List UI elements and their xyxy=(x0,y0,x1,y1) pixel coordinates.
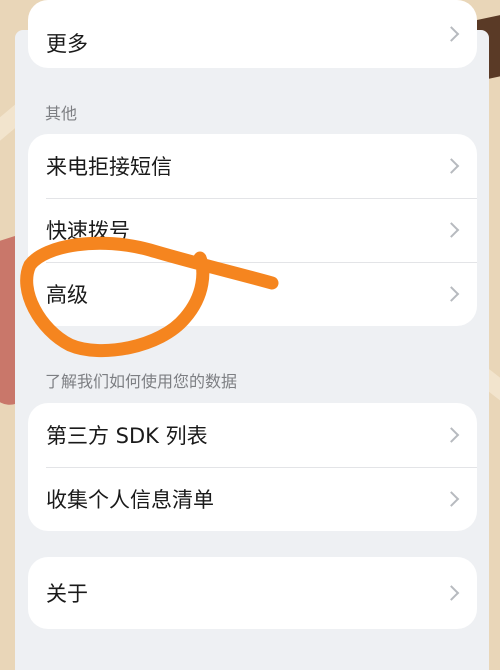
card-data: 第三方 SDK 列表 收集个人信息清单 xyxy=(28,403,477,531)
chevron-right-icon xyxy=(443,585,460,601)
settings-row-third-party-sdk[interactable]: 第三方 SDK 列表 xyxy=(28,403,477,467)
row-label: 快速拨号 xyxy=(46,219,130,243)
settings-row-speed-dial[interactable]: 快速拨号 xyxy=(28,198,477,262)
settings-row-advanced[interactable]: 高级 xyxy=(28,262,477,326)
chevron-right-icon xyxy=(443,286,460,302)
top-card: 更多 xyxy=(28,0,477,68)
chevron-right-icon xyxy=(443,491,460,507)
card-other: 来电拒接短信 快速拨号 高级 xyxy=(28,134,477,326)
settings-row-call-reject-sms[interactable]: 来电拒接短信 xyxy=(28,134,477,198)
row-label: 第三方 SDK 列表 xyxy=(46,424,208,448)
row-label: 收集个人信息清单 xyxy=(46,488,214,512)
settings-row-about[interactable]: 关于 xyxy=(28,557,477,629)
settings-screen: 更多 其他 来电拒接短信 快速拨号 高级 了解我们如何使用您的数据 第三方 SD… xyxy=(15,0,489,670)
chevron-right-icon xyxy=(443,427,460,443)
chevron-right-icon xyxy=(443,158,460,174)
settings-row-more[interactable]: 更多 xyxy=(28,0,477,68)
section-title-data: 了解我们如何使用您的数据 xyxy=(45,372,238,391)
settings-row-personal-info-list[interactable]: 收集个人信息清单 xyxy=(28,467,477,531)
section-title-other: 其他 xyxy=(45,104,78,123)
row-label: 关于 xyxy=(46,582,88,606)
chevron-right-icon xyxy=(443,222,460,238)
card-about: 关于 xyxy=(28,557,477,629)
row-label: 更多 xyxy=(46,32,88,56)
chevron-right-icon xyxy=(443,26,460,42)
row-label: 来电拒接短信 xyxy=(46,155,172,179)
row-label: 高级 xyxy=(46,283,88,307)
